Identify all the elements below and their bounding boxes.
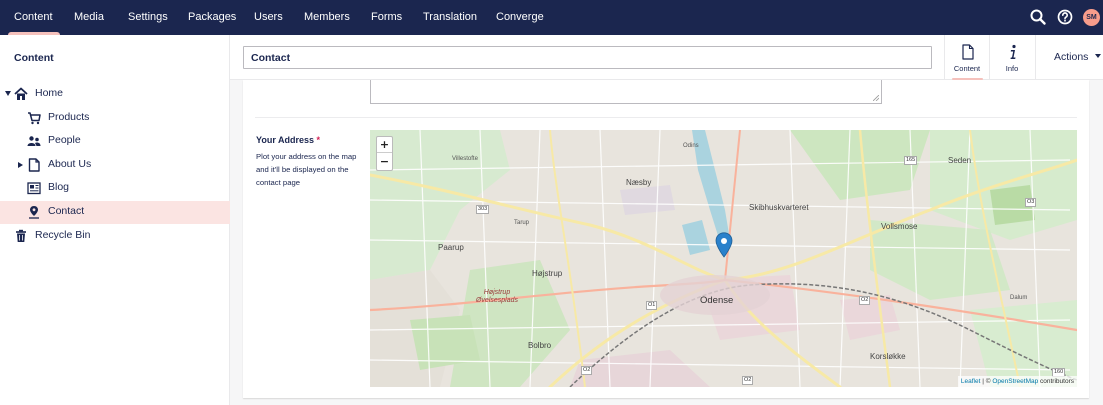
- user-avatar[interactable]: SM: [1083, 9, 1100, 26]
- caret-right-icon[interactable]: [18, 162, 23, 168]
- map-tiles[interactable]: [370, 130, 1077, 387]
- tree-item-people[interactable]: People: [0, 130, 230, 153]
- map-attribution: Leaflet | © OpenStreetMap contributors: [957, 376, 1077, 387]
- caret-down-icon[interactable]: [5, 91, 11, 96]
- property-divider: [255, 117, 1077, 118]
- help-icon[interactable]: [1056, 8, 1074, 26]
- leaflet-link[interactable]: Leaflet: [961, 378, 981, 385]
- content-app-button[interactable]: Content: [944, 35, 989, 80]
- map-label-vollsmose: Vollsmose: [881, 222, 918, 231]
- map-label-tarup: Tarup: [514, 220, 530, 226]
- nav-item-members[interactable]: Members: [304, 0, 350, 35]
- sidebar-title: Content: [14, 52, 54, 64]
- map-label-odense: Odense: [700, 295, 734, 306]
- map-label-hojstrup: Højstrup: [532, 269, 563, 278]
- road-shield: O3: [1025, 198, 1037, 207]
- map-label-odins: Odins: [683, 143, 699, 149]
- map-label-seden: Seden: [948, 156, 972, 165]
- openstreetmap-link[interactable]: OpenStreetMap: [992, 378, 1038, 385]
- content-app-label: Content: [953, 64, 981, 73]
- zoom-in-button[interactable]: +: [377, 137, 392, 153]
- node-name-input[interactable]: [243, 46, 932, 69]
- map-label-dalum: Dalum: [1010, 295, 1028, 301]
- tree-item-products[interactable]: Products: [0, 107, 230, 130]
- tree-item-label: People: [48, 134, 81, 146]
- tree-item-contact[interactable]: Contact: [0, 201, 230, 224]
- nav-item-converge[interactable]: Converge: [496, 0, 544, 35]
- tree-item-label: Products: [48, 111, 90, 123]
- newspaper-icon: [27, 182, 41, 195]
- map-label-bolbro: Bolbro: [528, 341, 552, 350]
- tree-item-label: About Us: [48, 158, 92, 170]
- road-shield: O1: [646, 301, 658, 310]
- tree-item-home[interactable]: Home: [0, 83, 230, 106]
- map-label-korslokke: Korsløkke: [870, 352, 906, 361]
- editor-header: Content Info Actions: [230, 35, 1103, 80]
- road-shield: 303: [476, 205, 490, 214]
- address-map[interactable]: Odense Næsby Skibhuskvarteret Vollsmose …: [370, 130, 1077, 387]
- nav-item-media[interactable]: Media: [74, 0, 104, 35]
- road-shield: O2: [859, 296, 871, 305]
- shopping-cart-icon: [28, 112, 41, 125]
- nav-item-users[interactable]: Users: [254, 0, 283, 35]
- search-icon[interactable]: [1029, 8, 1047, 26]
- nav-item-forms[interactable]: Forms: [371, 0, 402, 35]
- tree-item-label: Home: [35, 87, 64, 99]
- tree-item-label: Recycle Bin: [35, 229, 91, 241]
- top-navigation: Content Media Settings Packages Users Me…: [0, 0, 1103, 35]
- document-icon: [962, 44, 974, 60]
- attribution-separator: | ©: [980, 378, 993, 385]
- map-label-paarup: Paarup: [438, 243, 464, 252]
- map-label-villestofte: Villestofte: [452, 156, 478, 162]
- actions-label: Actions: [1054, 51, 1089, 63]
- map-pin-icon: [29, 206, 39, 219]
- map-label-naesby: Næsby: [626, 178, 652, 187]
- tree-item-label: Blog: [48, 181, 70, 193]
- map-label-hojstrup-ovelsesplads: Højstrup Øvelsesplads: [475, 289, 519, 304]
- map-zoom-control: + −: [376, 136, 393, 171]
- caret-down-icon: [1095, 54, 1102, 58]
- tree-item-about-us[interactable]: About Us: [0, 154, 230, 177]
- home-icon: [14, 87, 28, 100]
- tree-item-recycle-bin[interactable]: Recycle Bin: [0, 225, 230, 248]
- attribution-tail: contributors: [1038, 378, 1074, 385]
- nav-item-packages[interactable]: Packages: [188, 0, 236, 35]
- map-marker-icon[interactable]: [715, 232, 733, 258]
- info-icon: [1010, 44, 1016, 59]
- required-marker: *: [316, 135, 321, 145]
- road-shield: 165: [904, 156, 918, 165]
- address-field-label: Your Address *: [256, 135, 320, 145]
- road-shield: O2: [742, 376, 754, 385]
- address-label-text: Your Address: [256, 135, 315, 145]
- map-label-skibhuskvarteret: Skibhuskvarteret: [749, 203, 809, 212]
- info-app-button[interactable]: Info: [989, 35, 1034, 80]
- address-field-description: Plot your address on the map and it'll b…: [256, 152, 357, 187]
- nav-item-translation[interactable]: Translation: [423, 0, 477, 35]
- info-app-label: Info: [1005, 64, 1019, 73]
- tree-item-blog[interactable]: Blog: [0, 177, 230, 200]
- trash-icon: [16, 229, 26, 242]
- document-icon: [28, 158, 40, 172]
- road-shield: O2: [581, 366, 593, 375]
- nav-item-content[interactable]: Content: [8, 0, 59, 35]
- resize-grip-icon[interactable]: [873, 95, 879, 101]
- property-panel: Your Address * Plot your address on the …: [243, 80, 1089, 398]
- people-icon: [27, 136, 41, 146]
- tree-item-label: Contact: [48, 205, 85, 217]
- content-tree-sidebar: Content Home Products People About Us Bl…: [0, 35, 230, 405]
- zoom-out-button[interactable]: −: [377, 154, 392, 170]
- actions-dropdown[interactable]: Actions: [1035, 35, 1103, 80]
- previous-textarea[interactable]: [370, 80, 882, 104]
- nav-item-settings[interactable]: Settings: [128, 0, 168, 35]
